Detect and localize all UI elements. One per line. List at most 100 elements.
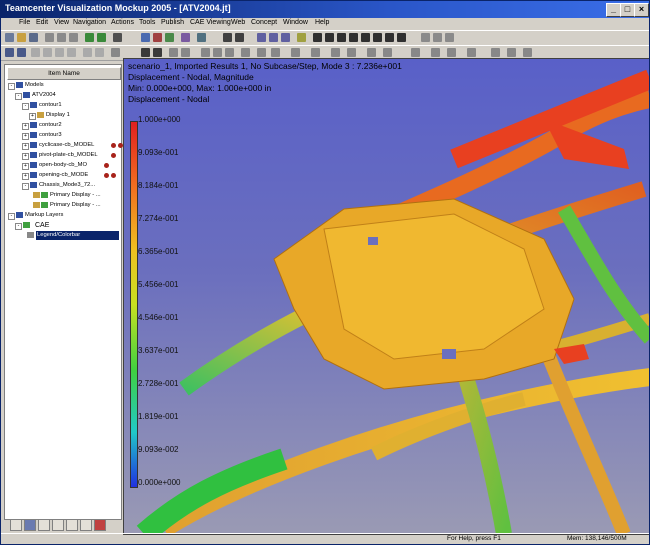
options-icon[interactable] [421, 33, 430, 42]
font-icon[interactable] [367, 48, 376, 57]
fly-icon[interactable] [397, 33, 406, 42]
expand-icon[interactable]: + [29, 113, 36, 120]
dimension-icon[interactable] [141, 48, 150, 57]
3d-viewport[interactable]: scenario_1, Imported Results 1, No Subca… [123, 58, 649, 535]
hide-icon[interactable] [447, 48, 456, 57]
expand-icon[interactable]: + [22, 143, 29, 150]
freehand-icon[interactable] [257, 48, 266, 57]
note-icon[interactable] [169, 48, 178, 57]
minimize-button[interactable]: _ [606, 3, 621, 17]
cut-icon[interactable] [45, 33, 54, 42]
align-icon[interactable] [383, 48, 392, 57]
redo-icon[interactable] [97, 33, 106, 42]
checkbox-icon[interactable] [41, 202, 48, 208]
rect-icon[interactable] [241, 48, 250, 57]
copy-icon[interactable] [57, 33, 66, 42]
move-icon[interactable] [385, 33, 394, 42]
color-icon[interactable] [331, 48, 340, 57]
menu-help[interactable]: Help [315, 19, 329, 26]
close-button[interactable]: × [634, 3, 649, 17]
save-icon[interactable] [29, 33, 38, 42]
assembly-tab-icon[interactable] [10, 519, 22, 531]
menu-navigation[interactable]: Navigation [73, 19, 106, 26]
arrow-icon[interactable] [201, 48, 210, 57]
checkbox-icon[interactable] [41, 192, 48, 198]
measure-icon[interactable] [165, 33, 174, 42]
shaded-icon[interactable] [95, 48, 104, 57]
menu-tools[interactable]: Tools [139, 19, 155, 26]
first-frame-icon[interactable] [313, 33, 322, 42]
menu-actions[interactable]: Actions [111, 19, 134, 26]
collapse-icon[interactable]: - [15, 223, 22, 230]
properties-tab-icon[interactable] [24, 519, 36, 531]
fill-icon[interactable] [347, 48, 356, 57]
pan-icon[interactable] [281, 33, 290, 42]
properties-icon[interactable] [433, 33, 442, 42]
markup-tab-icon[interactable] [38, 519, 50, 531]
delete-icon[interactable] [491, 48, 500, 57]
spin-icon[interactable] [373, 33, 382, 42]
section-icon[interactable] [153, 33, 162, 42]
menu-publish[interactable]: Publish [161, 19, 184, 26]
collapse-icon[interactable]: - [8, 83, 15, 90]
line-icon[interactable] [213, 48, 222, 57]
light-icon[interactable] [297, 33, 306, 42]
collapse-icon[interactable]: - [22, 183, 29, 190]
search-tab-icon[interactable] [80, 519, 92, 531]
menu-view[interactable]: View [54, 19, 69, 26]
circle-icon[interactable] [225, 48, 234, 57]
menu-window[interactable]: Window [283, 19, 308, 26]
stamp-icon[interactable] [311, 48, 320, 57]
open-icon[interactable] [17, 33, 26, 42]
menu-edit[interactable]: Edit [36, 19, 48, 26]
side-view-icon[interactable] [43, 48, 52, 57]
rotate-icon[interactable] [361, 33, 370, 42]
markup-icon[interactable] [181, 33, 190, 42]
menu-cae-viewing[interactable]: CAE Viewing [190, 19, 231, 26]
menu-web[interactable]: Web [231, 19, 245, 26]
zoom-icon[interactable] [349, 33, 358, 42]
undo-icon[interactable] [85, 33, 94, 42]
group-icon[interactable] [411, 48, 420, 57]
camera-icon[interactable] [223, 33, 232, 42]
balloon-icon[interactable] [181, 48, 190, 57]
iso-view-icon[interactable] [55, 48, 64, 57]
collapse-icon[interactable]: - [8, 213, 15, 220]
highlight-icon[interactable] [291, 48, 300, 57]
notes-tab-icon[interactable] [66, 519, 78, 531]
maximize-button[interactable]: □ [620, 3, 635, 17]
views-tab-icon[interactable] [52, 519, 64, 531]
collapse-icon[interactable]: - [15, 93, 22, 100]
expand-icon[interactable]: + [22, 153, 29, 160]
settings-icon[interactable] [507, 48, 516, 57]
collapse-icon[interactable]: - [22, 103, 29, 110]
expand-icon[interactable]: + [22, 163, 29, 170]
paste-icon[interactable] [69, 33, 78, 42]
tree-item-legend-colorbar[interactable]: Legend/Colorbar [25, 231, 119, 240]
export-icon[interactable] [523, 48, 532, 57]
menu-concept[interactable]: Concept [251, 19, 277, 26]
expand-icon[interactable]: + [22, 173, 29, 180]
close-panel-icon[interactable] [94, 519, 106, 531]
fit-view-icon[interactable] [257, 33, 266, 42]
tree-column-header[interactable]: Item Name [7, 67, 121, 80]
wireframe-icon[interactable] [83, 48, 92, 57]
text-icon[interactable] [111, 48, 120, 57]
expand-icon[interactable]: + [22, 123, 29, 130]
new-icon[interactable] [5, 33, 14, 42]
back-view-icon[interactable] [67, 48, 76, 57]
layers-icon[interactable] [445, 33, 454, 42]
render-icon[interactable] [197, 33, 206, 42]
checkbox-icon[interactable] [23, 222, 30, 228]
cloud-icon[interactable] [271, 48, 280, 57]
orient-icon[interactable] [5, 48, 14, 57]
snapshot-icon[interactable] [235, 33, 244, 42]
expand-icon[interactable]: + [22, 133, 29, 140]
select-icon[interactable] [141, 33, 150, 42]
stop-icon[interactable] [337, 33, 346, 42]
play-icon[interactable] [325, 33, 334, 42]
front-view-icon[interactable] [17, 48, 26, 57]
show-icon[interactable] [467, 48, 476, 57]
zoom-box-icon[interactable] [269, 33, 278, 42]
angle-icon[interactable] [153, 48, 162, 57]
